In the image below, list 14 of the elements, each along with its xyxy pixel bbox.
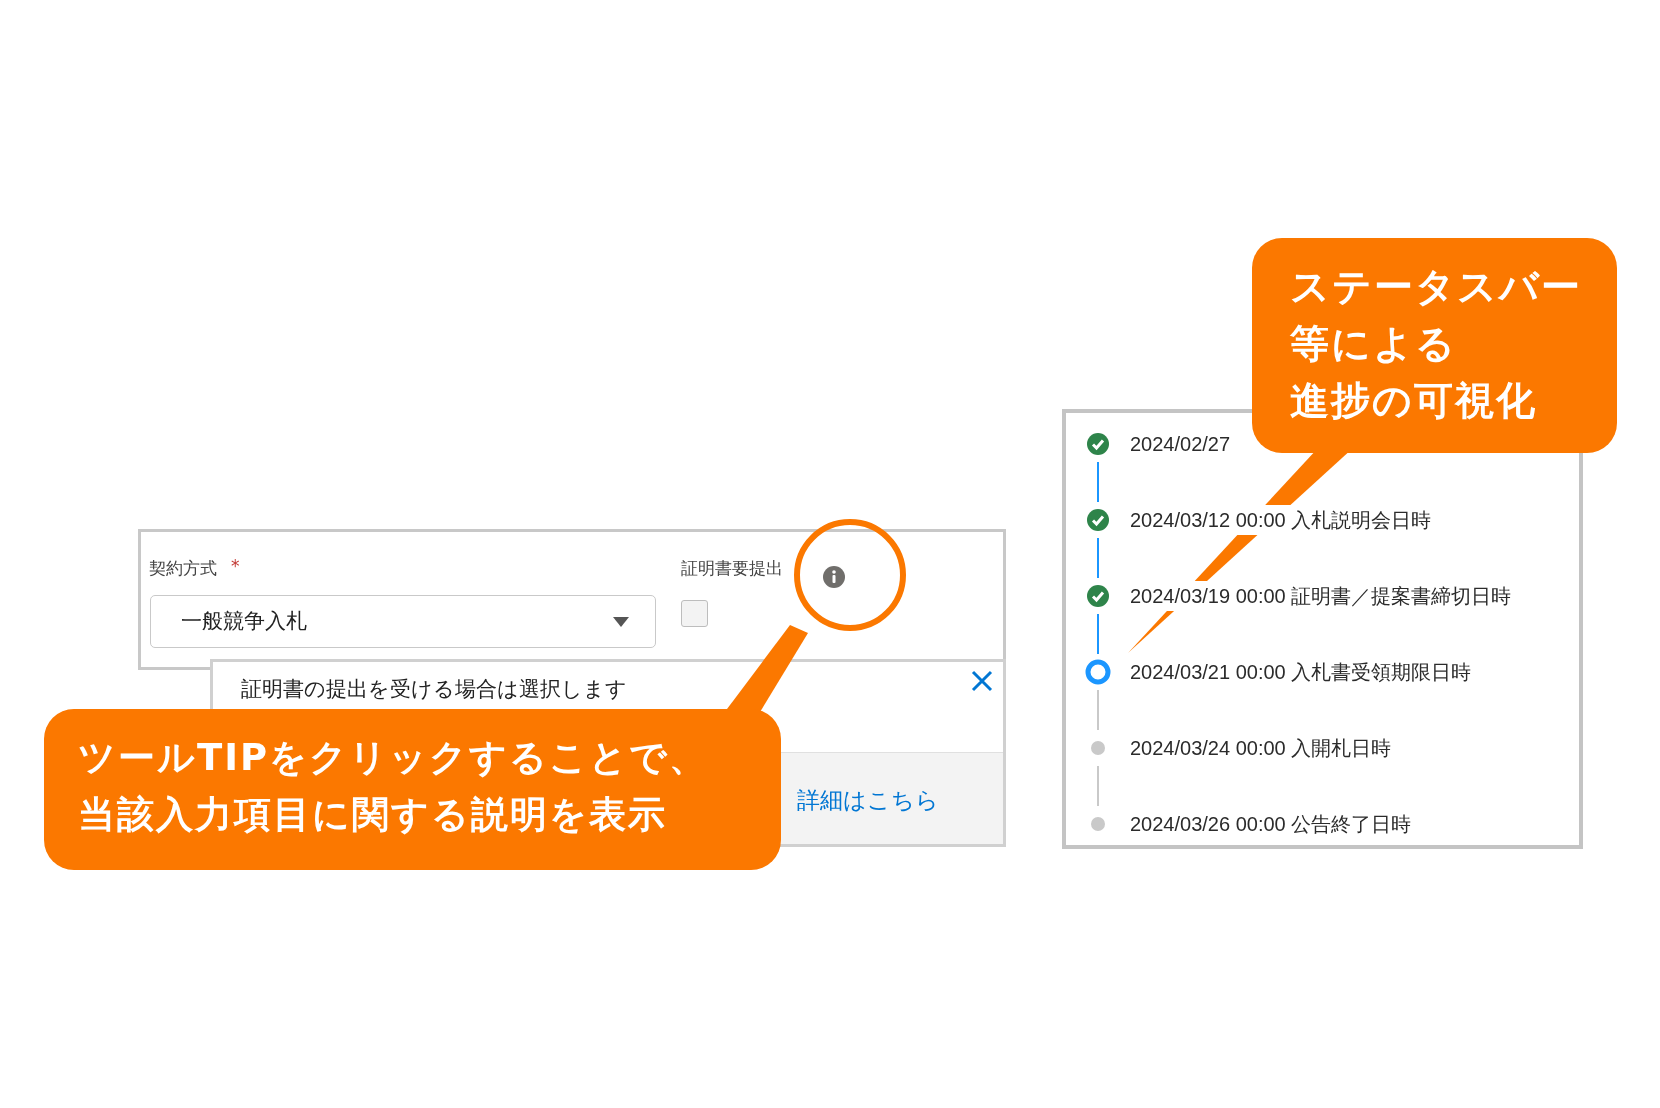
select-field[interactable]: 一般競争入札 [150, 595, 656, 648]
callout-text: ツールTIPをクリックすることで、 当該入力項目に関する説明を表示 [78, 735, 710, 838]
close-icon[interactable] [971, 670, 993, 692]
field-label: 契約方式 [149, 557, 217, 580]
timeline-text: 2024/03/12 00:00 入札説明会日時 [1130, 505, 1432, 535]
callout-text: ステータスバー 等による 進捗の可視化 [1290, 263, 1583, 425]
tooltip-text: 証明書の提出を受ける場合は選択します [241, 676, 627, 703]
required-mark: * [231, 555, 240, 578]
detail-link[interactable]: 詳細はこちら [797, 783, 939, 818]
field-label: 証明書要提出 [681, 557, 783, 580]
timeline-text: 2024/03/19 00:00 証明書／提案書締切日時 [1130, 581, 1512, 611]
checkbox[interactable] [681, 600, 708, 627]
info-icon[interactable] [822, 565, 846, 589]
caret-icon [613, 616, 629, 627]
